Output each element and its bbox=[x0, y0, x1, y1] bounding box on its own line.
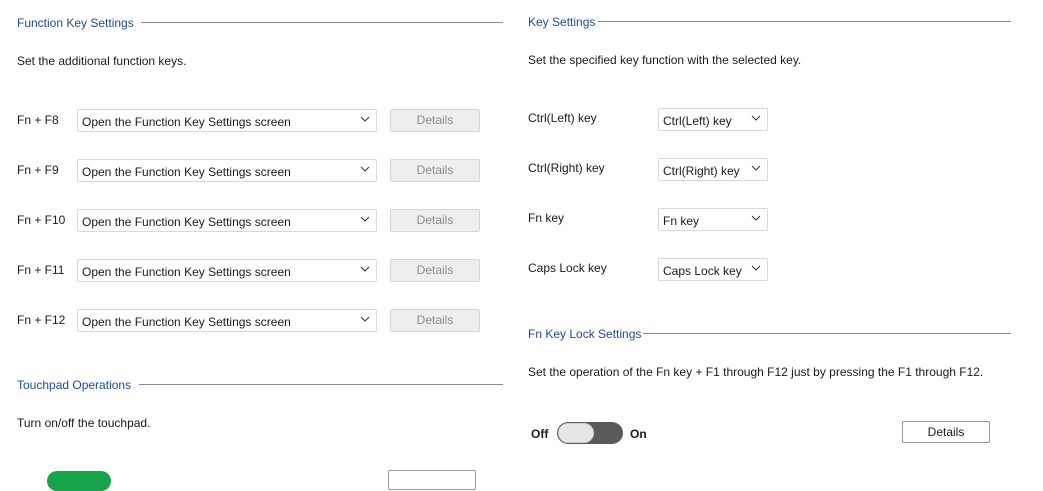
fn-lock-details-button[interactable]: Details bbox=[902, 421, 990, 443]
function-key-settings-description: Set the additional function keys. bbox=[17, 54, 187, 68]
fn-key-lock-description: Set the operation of the Fn key + F1 thr… bbox=[528, 365, 984, 379]
key-settings-description: Set the specified key function with the … bbox=[528, 53, 802, 67]
fn-f10-details-button[interactable]: Details bbox=[390, 209, 480, 232]
fn-f12-select[interactable]: Open the Function Key Settings screen bbox=[77, 309, 377, 332]
fn-f12-label: Fn + F12 bbox=[17, 313, 66, 327]
ctrl-left-key-label: Ctrl(Left) key bbox=[528, 111, 597, 125]
chevron-down-icon bbox=[751, 115, 761, 121]
fn-f11-label: Fn + F11 bbox=[17, 263, 65, 277]
fn-key-label: Fn key bbox=[528, 211, 565, 225]
section-divider bbox=[139, 384, 503, 385]
fn-f9-details-button[interactable]: Details bbox=[390, 159, 480, 182]
fn-f9-label: Fn + F9 bbox=[17, 163, 59, 177]
fn-f11-select[interactable]: Open the Function Key Settings screen bbox=[77, 259, 377, 282]
ctrl-right-key-select[interactable]: Ctrl(Right) key bbox=[658, 158, 768, 181]
key-settings-title: Key Settings bbox=[528, 15, 596, 29]
function-key-settings-title: Function Key Settings bbox=[17, 16, 134, 30]
fn-f10-select-value: Open the Function Key Settings screen bbox=[82, 215, 291, 229]
section-divider bbox=[598, 21, 1011, 22]
fn-f10-select[interactable]: Open the Function Key Settings screen bbox=[77, 209, 377, 232]
toggle-knob bbox=[558, 423, 594, 443]
caps-lock-key-label: Caps Lock key bbox=[528, 261, 607, 275]
fn-f9-select-value: Open the Function Key Settings screen bbox=[82, 165, 291, 179]
fn-f10-label: Fn + F10 bbox=[17, 213, 66, 227]
fn-key-lock-title: Fn Key Lock Settings bbox=[528, 327, 642, 341]
fn-f11-details-button[interactable]: Details bbox=[390, 259, 480, 282]
ctrl-left-key-select[interactable]: Ctrl(Left) key bbox=[658, 108, 768, 131]
section-divider bbox=[643, 333, 1011, 334]
fn-lock-on-label: On bbox=[630, 427, 647, 441]
caps-lock-key-select-value: Caps Lock key bbox=[663, 264, 742, 278]
section-divider bbox=[141, 22, 503, 23]
caps-lock-key-select[interactable]: Caps Lock key bbox=[658, 258, 768, 281]
chevron-down-icon bbox=[751, 215, 761, 221]
fn-f8-label: Fn + F8 bbox=[17, 113, 59, 127]
chevron-down-icon bbox=[751, 265, 761, 271]
fn-f8-select-value: Open the Function Key Settings screen bbox=[82, 115, 291, 129]
fn-f8-select[interactable]: Open the Function Key Settings screen bbox=[77, 109, 377, 132]
fn-lock-off-label: Off bbox=[531, 427, 549, 441]
ctrl-right-key-label: Ctrl(Right) key bbox=[528, 161, 605, 175]
fn-f11-select-value: Open the Function Key Settings screen bbox=[82, 265, 291, 279]
ctrl-left-key-select-value: Ctrl(Left) key bbox=[663, 114, 732, 128]
touchpad-operations-title: Touchpad Operations bbox=[17, 378, 132, 392]
touchpad-description: Turn on/off the touchpad. bbox=[17, 416, 151, 430]
chevron-down-icon bbox=[360, 216, 370, 222]
chevron-down-icon bbox=[360, 316, 370, 322]
chevron-down-icon bbox=[751, 165, 761, 171]
fn-key-select-value: Fn key bbox=[663, 214, 700, 228]
chevron-down-icon bbox=[360, 266, 370, 272]
fn-f12-details-button[interactable]: Details bbox=[390, 309, 480, 332]
fn-lock-toggle[interactable] bbox=[557, 422, 623, 444]
chevron-down-icon bbox=[360, 166, 370, 172]
fn-f12-select-value: Open the Function Key Settings screen bbox=[82, 315, 291, 329]
ctrl-right-key-select-value: Ctrl(Right) key bbox=[663, 164, 740, 178]
chevron-down-icon bbox=[360, 116, 370, 122]
fn-f9-select[interactable]: Open the Function Key Settings screen bbox=[77, 159, 377, 182]
fn-key-select[interactable]: Fn key bbox=[658, 208, 768, 231]
fn-f8-details-button[interactable]: Details bbox=[390, 109, 480, 132]
touchpad-toggle[interactable] bbox=[47, 471, 111, 491]
touchpad-details-button[interactable] bbox=[388, 470, 476, 490]
